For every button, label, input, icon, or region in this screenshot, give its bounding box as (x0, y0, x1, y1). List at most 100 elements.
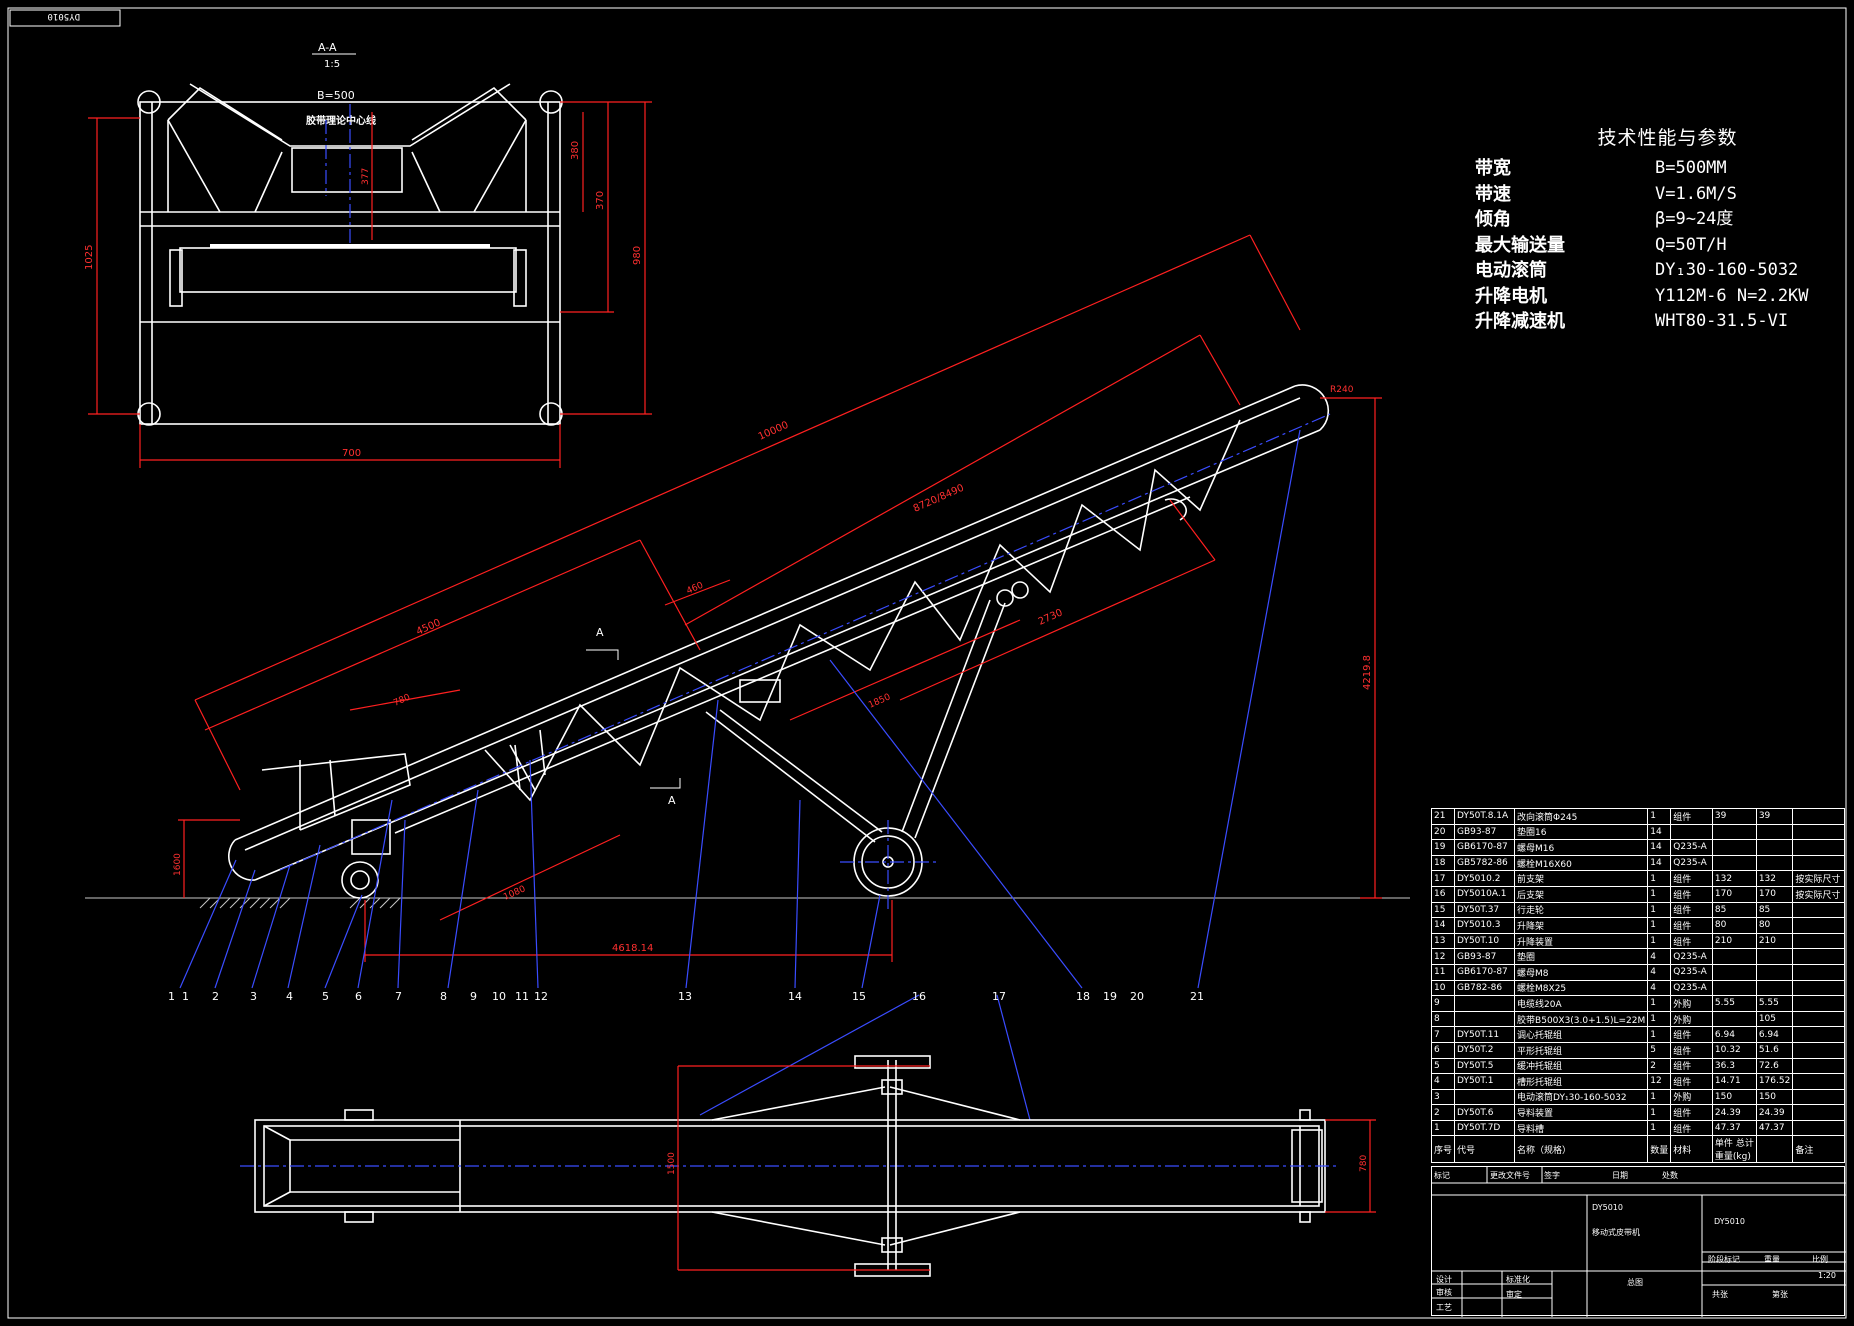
bom-cell (1792, 1073, 1845, 1090)
bom-cell: 14 (1647, 823, 1672, 841)
bom-row: 21 DY50T.8.1A 改向滚筒Φ245 1 组件 39 39 (1430, 808, 1845, 825)
bom-row: 15 DY50T.37 行走轮 1 组件 85 85 (1430, 901, 1845, 919)
bill-of-materials: 21 DY50T.8.1A 改向滚筒Φ245 1 组件 39 39 20 GB93-87 垫圈16… (1430, 808, 1845, 1164)
code-stamp: DY5010 (47, 11, 80, 21)
bom-cell: 升降架 (1514, 917, 1649, 934)
bom-cell: 80 (1711, 917, 1757, 934)
bom-cell (1454, 995, 1516, 1012)
bom-cell (1792, 854, 1845, 872)
svg-text:5: 5 (322, 990, 329, 1003)
bom-cell: 组件 (1670, 870, 1713, 887)
section-mark-bottom: A (668, 794, 676, 807)
bom-cell: DY50T.5 (1454, 1057, 1516, 1075)
svg-text:1: 1 (182, 990, 189, 1003)
bom-cell (1792, 1010, 1845, 1028)
drawing-sheet: DY5010 A-A 1:5 B=500 胶带理论中心线 1025 980 37… (0, 0, 1854, 1326)
bom-cell: 11 (1430, 963, 1456, 981)
bom-cell: 1 (1647, 1119, 1672, 1137)
bom-cell: 4 (1647, 963, 1672, 981)
bom-row: 5 DY50T.5 缓冲托辊组 2 组件 36.3 72.6 (1430, 1057, 1845, 1075)
bom-cell: 行走轮 (1514, 901, 1649, 919)
title-block: 标记 更改文件号 签字 日期 处数 DY5010 移动式皮带机 DY5010 阶… (1431, 1166, 1846, 1317)
bom-cell (1792, 839, 1845, 856)
bom-cell: 外购 (1670, 1010, 1713, 1028)
bom-cell: 组件 (1670, 1041, 1713, 1059)
bom-cell: DY50T.2 (1454, 1041, 1516, 1059)
svg-text:9: 9 (470, 990, 477, 1003)
bom-cell: GB93-87 (1454, 948, 1516, 965)
bom-cell: 1 (1647, 870, 1672, 887)
bom-cell: 5.55 (1711, 995, 1757, 1012)
spec-row: 电动滚筒 DY₁30-160-5032 (1475, 260, 1799, 281)
bom-cell: 组件 (1670, 1026, 1713, 1043)
bom-cell: 170 (1755, 885, 1794, 903)
bom-cell: DY50T.37 (1454, 901, 1516, 919)
bom-cell: 18 (1430, 854, 1456, 872)
spec-row: 升降电机 Y112M-6 N=2.2KW (1475, 285, 1809, 307)
svg-text:16: 16 (912, 990, 926, 1003)
bom-cell (1711, 963, 1757, 981)
svg-text:8720/8490: 8720/8490 (912, 483, 966, 515)
bom-cell: 36.3 (1711, 1057, 1757, 1075)
svg-text:14: 14 (788, 990, 802, 1003)
bom-cell (1755, 839, 1794, 856)
bom-cell: 1 (1647, 917, 1672, 934)
bom-cell: 14 (1647, 839, 1672, 856)
center-roller (291, 147, 403, 193)
svg-text:8: 8 (440, 990, 447, 1003)
bom-cell (1711, 839, 1757, 856)
svg-text:4618.14: 4618.14 (612, 943, 653, 954)
svg-text:3: 3 (250, 990, 257, 1003)
bom-cell (1792, 995, 1845, 1012)
svg-text:370: 370 (595, 191, 606, 210)
bom-cell: 72.6 (1755, 1057, 1794, 1075)
bom-cell (1792, 808, 1845, 825)
bom-cell: 12 (1430, 948, 1456, 965)
lift-device-box (739, 679, 781, 703)
svg-text:700: 700 (342, 448, 361, 459)
spec-row: 最大输送量 Q=50T/H (1475, 234, 1727, 256)
bom-cell: 6.94 (1711, 1026, 1757, 1043)
bom-cell (1792, 1057, 1845, 1075)
bom-cell: 2 (1430, 1104, 1456, 1121)
bom-cell: 组件 (1670, 808, 1713, 825)
bom-cell: 改向滚筒Φ245 (1514, 808, 1649, 825)
svg-text:1: 1 (168, 990, 175, 1003)
svg-text:13: 13 (678, 990, 692, 1003)
svg-text:R240: R240 (1330, 385, 1354, 395)
bom-cell: DY50T.6 (1454, 1104, 1516, 1121)
bom-row: 2 DY50T.6 导料装置 1 组件 24.39 24.39 (1430, 1104, 1845, 1121)
bom-cell: 8 (1430, 1010, 1456, 1028)
svg-text:10: 10 (492, 990, 506, 1003)
bom-cell: DY50T.7D (1454, 1119, 1516, 1137)
bom-cell: 5 (1647, 1041, 1672, 1059)
bom-cell (1792, 963, 1845, 981)
svg-text:460: 460 (685, 581, 705, 597)
bom-cell (1755, 823, 1794, 841)
plan-view: 1500 780 (240, 1055, 1376, 1277)
bom-row: 19 GB6170-87 螺母M16 14 Q235-A (1430, 839, 1845, 856)
bom-cell (1755, 979, 1794, 997)
bom-cell: 1 (1647, 1088, 1672, 1106)
bom-cell: DY50T.1 (1454, 1073, 1516, 1090)
bom-cell: 外购 (1670, 995, 1713, 1012)
spec-row: 带宽 B=500MM (1475, 158, 1727, 179)
bom-row: 6 DY50T.2 平形托辊组 5 组件 10.32 51.6 (1430, 1041, 1845, 1059)
bom-cell: Q235-A (1670, 839, 1713, 856)
bom-cell: 组件 (1670, 1119, 1713, 1137)
svg-text:18: 18 (1076, 990, 1090, 1003)
bom-cell: 螺栓M8X25 (1514, 979, 1649, 997)
bom-cell: Q235-A (1670, 948, 1713, 965)
bom-cell: 组件 (1670, 1104, 1713, 1121)
bom-cell: 1 (1647, 932, 1672, 950)
bom-cell: DY50T.8.1A (1454, 808, 1516, 825)
section-label: A-A (318, 41, 337, 54)
section-scale: 1:5 (324, 59, 340, 70)
bom-cell (1792, 1119, 1845, 1137)
svg-text:12: 12 (534, 990, 548, 1003)
bom-cell: 1 (1647, 995, 1672, 1012)
corner-wheel-icon (137, 402, 161, 426)
bom-cell (1711, 1010, 1757, 1028)
bom-cell (1792, 1026, 1845, 1043)
bom-cell (1670, 823, 1713, 841)
